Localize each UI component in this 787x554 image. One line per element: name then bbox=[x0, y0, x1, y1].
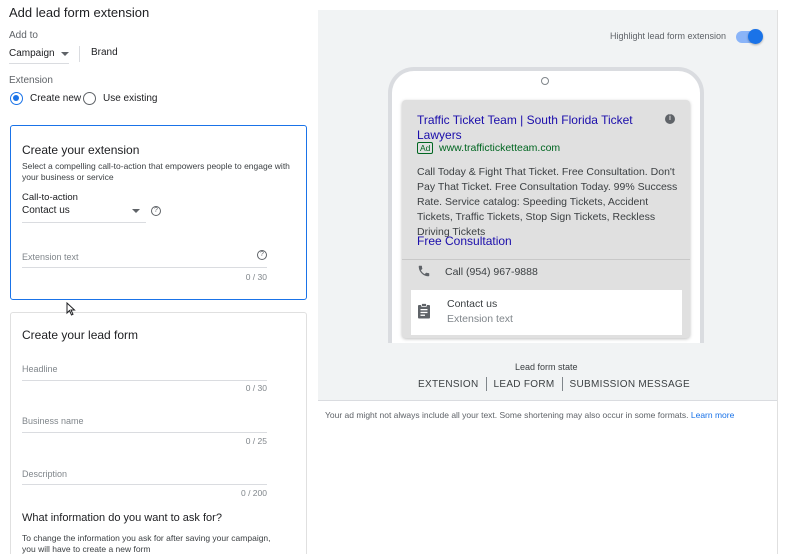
cursor-icon bbox=[66, 302, 76, 316]
description-counter: 0 / 200 bbox=[241, 488, 267, 498]
brand-value: Brand bbox=[91, 47, 118, 58]
add-to-label: Add to bbox=[9, 30, 38, 41]
highlight-toggle-knob[interactable] bbox=[748, 29, 763, 44]
question-title: What information do you want to ask for? bbox=[22, 512, 222, 524]
description-underline[interactable] bbox=[22, 484, 267, 485]
panel-border bbox=[777, 10, 778, 554]
ad-divider bbox=[402, 259, 690, 260]
info-icon[interactable]: i bbox=[665, 114, 675, 124]
lead-extension-text: Extension text bbox=[447, 313, 513, 325]
headline-label[interactable]: Headline bbox=[22, 364, 58, 374]
headline-underline[interactable] bbox=[22, 380, 267, 381]
description-label[interactable]: Description bbox=[22, 469, 67, 479]
lead-cta-title: Contact us bbox=[447, 298, 498, 310]
radio-selected-icon[interactable] bbox=[10, 92, 23, 105]
ad-display-url[interactable]: www.trafficticketteam.com bbox=[439, 142, 560, 154]
clipboard-icon bbox=[418, 303, 430, 319]
footnote-text: Your ad might not always include all you… bbox=[325, 410, 689, 420]
ad-headline[interactable]: Traffic Ticket Team | South Florida Tick… bbox=[417, 113, 652, 143]
page-title: Add lead form extension bbox=[9, 5, 150, 20]
phone-icon bbox=[418, 265, 430, 277]
caret-down-icon bbox=[132, 209, 140, 213]
tab-lead-form[interactable]: LEAD FORM bbox=[487, 379, 562, 390]
tab-extension[interactable]: EXTENSION bbox=[411, 379, 486, 390]
lead-form-title: Create your lead form bbox=[22, 328, 139, 342]
lead-form-state-tabs: EXTENSION LEAD FORM SUBMISSION MESSAGE bbox=[411, 377, 697, 391]
ad-badge: Ad bbox=[417, 142, 434, 154]
extension-label: Extension bbox=[9, 75, 53, 86]
extension-text-underline[interactable] bbox=[22, 267, 267, 268]
extension-text-label[interactable]: Extension text bbox=[22, 252, 79, 262]
cta-select-value: Contact us bbox=[22, 205, 70, 216]
ad-description: Call Today & Fight That Ticket. Free Con… bbox=[417, 166, 678, 238]
radio-unselected-icon[interactable] bbox=[83, 92, 96, 105]
tab-submission-message[interactable]: SUBMISSION MESSAGE bbox=[563, 379, 697, 390]
preview-footnote: Your ad might not always include all you… bbox=[325, 410, 734, 420]
help-icon[interactable]: ? bbox=[151, 206, 161, 216]
campaign-select[interactable]: Campaign bbox=[9, 44, 69, 64]
phone-camera bbox=[541, 77, 549, 85]
lead-form-state-label: Lead form state bbox=[515, 362, 578, 372]
preview-divider bbox=[318, 400, 777, 401]
cta-select[interactable]: Contact us bbox=[22, 205, 146, 223]
campaign-select-value: Campaign bbox=[9, 48, 55, 59]
headline-counter: 0 / 30 bbox=[245, 383, 267, 393]
radio-use-existing-label: Use existing bbox=[103, 93, 158, 104]
call-extension[interactable]: Call (954) 967-9888 bbox=[445, 266, 538, 278]
highlight-toggle-label: Highlight lead form extension bbox=[610, 31, 727, 41]
create-extension-title: Create your extension bbox=[22, 143, 140, 157]
question-note: To change the information you ask for af… bbox=[22, 533, 271, 554]
create-extension-description: Select a compelling call-to-action that … bbox=[22, 161, 290, 182]
cta-label: Call-to-action bbox=[22, 192, 78, 203]
radio-create-new[interactable]: Create new bbox=[10, 92, 81, 105]
business-name-underline[interactable] bbox=[22, 432, 267, 433]
learn-more-link[interactable]: Learn more bbox=[691, 410, 734, 420]
caret-down-icon bbox=[60, 51, 69, 56]
business-name-counter: 0 / 25 bbox=[245, 436, 267, 446]
ad-sitelink[interactable]: Free Consultation bbox=[417, 234, 512, 248]
business-name-label[interactable]: Business name bbox=[22, 416, 84, 426]
radio-use-existing[interactable]: Use existing bbox=[83, 92, 157, 105]
radio-create-new-label: Create new bbox=[30, 93, 82, 104]
help-icon[interactable]: ? bbox=[257, 250, 267, 260]
extension-text-counter: 0 / 30 bbox=[245, 272, 267, 282]
divider bbox=[79, 46, 80, 62]
